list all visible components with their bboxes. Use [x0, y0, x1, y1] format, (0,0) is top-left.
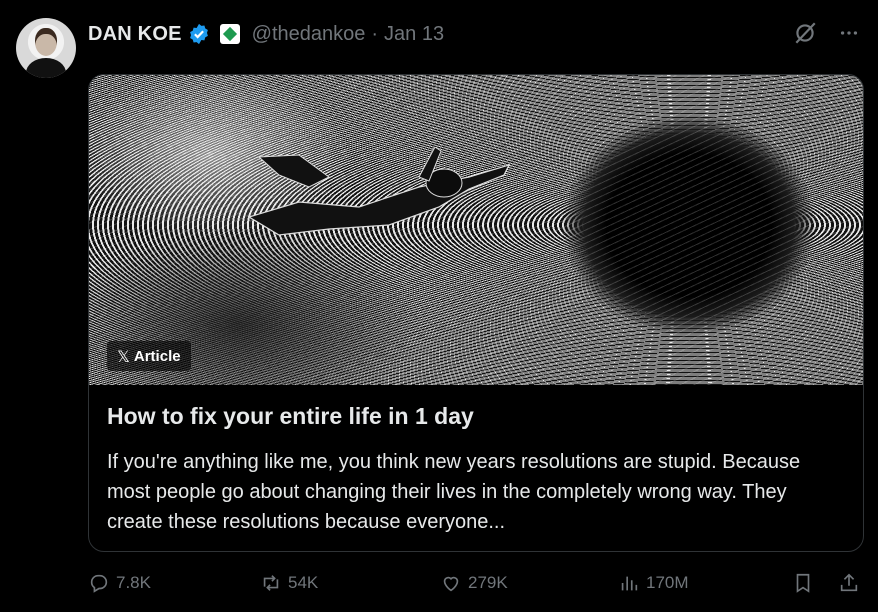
- article-excerpt: If you're anything like me, you think ne…: [107, 451, 801, 533]
- grok-icon[interactable]: [792, 20, 818, 46]
- reply-count: 7.8K: [116, 573, 151, 592]
- article-card[interactable]: 𝕏 Article How to fix your entire life in…: [88, 74, 864, 552]
- like-icon: [443, 576, 459, 592]
- views-count: 170M: [646, 573, 689, 592]
- share-icon: [840, 573, 858, 592]
- separator-dot: ·: [371, 22, 379, 45]
- avatar[interactable]: [16, 18, 76, 78]
- bookmark-icon: [796, 573, 810, 593]
- avatar-body: [26, 58, 66, 78]
- avatar-head: [35, 28, 57, 56]
- like-count: 279K: [468, 573, 508, 592]
- article-badge-label: Article: [133, 347, 181, 365]
- article-title[interactable]: How to fix your entire life in 1 day: [107, 403, 474, 430]
- reply-icon: [90, 574, 108, 593]
- repost-icon: [263, 575, 279, 591]
- bookmark-button[interactable]: [792, 572, 814, 594]
- affiliate-icon[interactable]: [219, 24, 240, 44]
- article-badge: 𝕏 Article: [107, 341, 191, 371]
- falling-figure-illustration: [247, 147, 511, 236]
- x-logo-icon: 𝕏: [117, 346, 130, 366]
- tweet-top-actions: [792, 20, 862, 46]
- tweet-date[interactable]: Jan 13: [384, 23, 444, 46]
- author-name[interactable]: DAN KOE: [88, 23, 182, 46]
- tweet-actions-bar: 7.8K 54K 279K 170M: [88, 572, 864, 602]
- views-button[interactable]: 170M: [618, 572, 689, 594]
- repost-button[interactable]: 54K: [260, 572, 318, 594]
- more-icon[interactable]: [836, 20, 862, 46]
- views-icon: [621, 576, 638, 591]
- author-handle[interactable]: @thedankoe: [252, 23, 366, 46]
- like-button[interactable]: 279K: [440, 572, 508, 594]
- tweet-header: DAN KOE @thedankoe · Jan 13: [88, 20, 444, 48]
- reply-button[interactable]: 7.8K: [88, 572, 151, 594]
- repost-count: 54K: [288, 573, 319, 592]
- verified-badge-icon[interactable]: [188, 23, 210, 45]
- article-hero-image: 𝕏 Article: [89, 75, 863, 385]
- share-button[interactable]: [838, 572, 860, 594]
